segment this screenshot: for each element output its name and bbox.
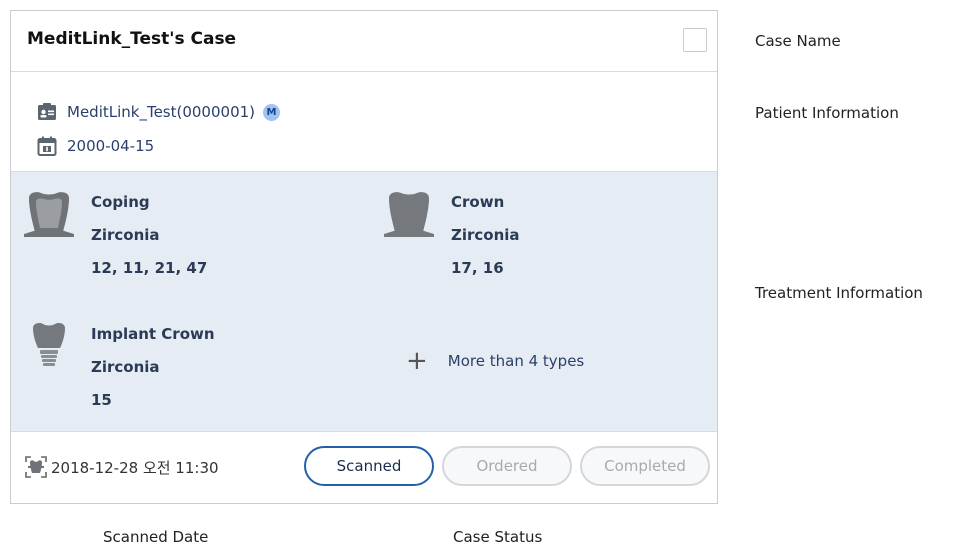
patient-birth-date: 2000-04-15 xyxy=(67,137,155,155)
patient-id-card-icon xyxy=(38,103,56,120)
case-title: MeditLink_Test's Case xyxy=(27,29,237,49)
status-ordered[interactable]: Ordered xyxy=(442,446,572,486)
case-header: MeditLink_Test's Case xyxy=(11,11,717,72)
scan-tooth-icon xyxy=(25,456,47,478)
crown-tooth-icon xyxy=(384,192,434,237)
treatment-item: Coping Zirconia 12, 11, 21, 47 xyxy=(23,190,207,285)
plus-icon: + xyxy=(406,346,428,376)
treatment-type: Crown xyxy=(451,193,505,211)
treatment-material: Zirconia xyxy=(91,226,160,244)
treatment-item: Implant Crown Zirconia 15 xyxy=(23,322,215,417)
treatment-type: Coping xyxy=(91,193,150,211)
case-status-annotation: Case Status xyxy=(453,528,543,546)
patient-name: MeditLink_Test(0000001) xyxy=(67,103,256,121)
treatment-teeth: 12, 11, 21, 47 xyxy=(91,259,208,277)
status-scanned[interactable]: Scanned xyxy=(304,446,434,486)
calendar-icon xyxy=(37,136,57,156)
patient-information-annotation: Patient Information xyxy=(755,104,899,122)
patient-info: MeditLink_Test(0000001) M 2000-04-15 xyxy=(11,72,717,172)
case-footer: 2018-12-28 오전 11:30 Scanned Ordered Comp… xyxy=(11,432,717,504)
patient-birth-row: 2000-04-15 xyxy=(37,136,154,156)
medit-badge: M xyxy=(263,103,281,121)
treatment-teeth: 15 xyxy=(91,391,112,409)
treatment-teeth: 17, 16 xyxy=(451,259,504,277)
select-checkbox[interactable] xyxy=(683,28,707,52)
scanned-date-annotation: Scanned Date xyxy=(103,528,209,546)
treatment-material: Zirconia xyxy=(91,358,160,376)
scanned-date: 2018-12-28 오전 11:30 xyxy=(25,456,219,478)
more-types-link[interactable]: + More than 4 types xyxy=(396,348,584,374)
patient-name-row: MeditLink_Test(0000001) M xyxy=(37,102,281,122)
treatment-item: Crown Zirconia 17, 16 xyxy=(383,190,520,285)
treatment-information-annotation: Treatment Information xyxy=(755,284,923,302)
treatment-material: Zirconia xyxy=(451,226,520,244)
coping-tooth-icon xyxy=(24,192,74,237)
more-types-label: More than 4 types xyxy=(447,352,585,370)
status-completed[interactable]: Completed xyxy=(580,446,710,486)
scanned-date-text: 2018-12-28 오전 11:30 xyxy=(51,458,219,477)
treatment-list: Coping Zirconia 12, 11, 21, 47 Crown Zir… xyxy=(11,172,717,432)
case-name-annotation: Case Name xyxy=(755,32,841,50)
case-card[interactable]: MeditLink_Test's Case MeditLink_Test(000… xyxy=(10,10,718,504)
implant-crown-icon xyxy=(33,323,65,366)
treatment-type: Implant Crown xyxy=(91,325,215,343)
